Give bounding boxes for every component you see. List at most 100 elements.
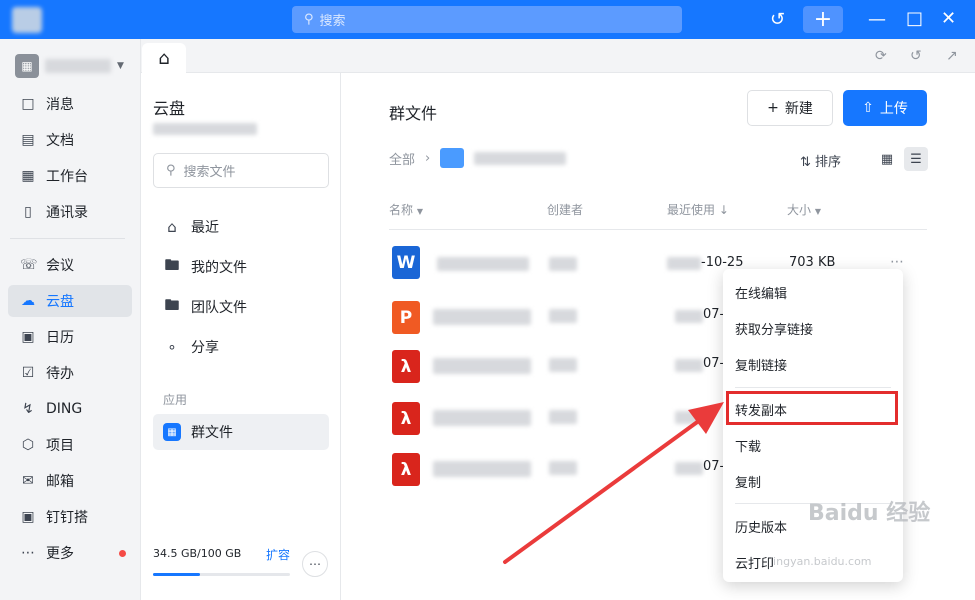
nav-item-meeting[interactable]: ☏ 会议 (8, 249, 132, 281)
upload-button[interactable]: ⇧ 上传 (843, 90, 927, 126)
file-search-input[interactable]: ⚲ 搜索文件 (153, 153, 329, 188)
new-button[interactable]: + 新建 (747, 90, 833, 126)
page-title: 群文件 (389, 104, 438, 123)
expand-storage-link[interactable]: 扩容 (266, 546, 290, 563)
menu-item-cloud-print[interactable]: 云打印 (735, 553, 774, 572)
pdf-glyph: λ (400, 459, 412, 480)
menu-item-online-edit[interactable]: 在线编辑 (735, 283, 787, 302)
file-date: 07- (703, 356, 725, 371)
column-size[interactable]: 大小 ▼ (787, 201, 821, 218)
sort-button[interactable]: ⇅ 排序 (800, 151, 841, 170)
shared-folder-icon (440, 148, 465, 168)
storage-usage: 34.5 GB/100 GB (153, 547, 242, 560)
file-name[interactable] (433, 358, 531, 374)
column-recent[interactable]: 最近使用 ↓ (667, 201, 729, 218)
chevron-right-icon: › (425, 150, 431, 166)
row-more-icon[interactable]: ⋯ (890, 254, 905, 270)
add-button[interactable]: + (803, 6, 843, 33)
notification-dot (119, 549, 126, 557)
menu-item-history[interactable]: 历史版本 (735, 517, 787, 536)
menu-item-copy[interactable]: 复制 (735, 472, 761, 491)
lightning-icon: ↯ (22, 401, 34, 417)
search-icon: ⚲ (166, 163, 176, 178)
column-label: 最近使用 (667, 203, 716, 217)
calendar-icon: ▣ (21, 329, 35, 345)
pdf-glyph: λ (400, 356, 412, 377)
tab-strip (141, 39, 975, 73)
drive-owner (153, 123, 257, 135)
upload-button-label: 上传 (879, 101, 908, 117)
grid-view-button[interactable]: ▦ (877, 149, 897, 169)
drive-item-label: 团队文件 (191, 300, 247, 316)
nav-item-dingda[interactable]: ▣ 钉钉搭 (8, 501, 132, 533)
drive-item-my-files[interactable]: 🖿 我的文件 (153, 249, 329, 285)
close-icon[interactable]: ✕ (941, 8, 956, 29)
storage-bar-fill (153, 573, 201, 576)
history-icon[interactable]: ↺ (770, 9, 785, 30)
refresh-icon[interactable]: ⟳ (875, 48, 887, 64)
file-size: 703 KB (789, 255, 836, 270)
nav-item-todo[interactable]: ☑ 待办 (8, 357, 132, 389)
maximize-icon[interactable]: □ (906, 8, 923, 29)
drive-item-label: 群文件 (191, 425, 233, 441)
global-search-input[interactable]: ⚲ 搜索 (292, 6, 682, 33)
nav-label: 通讯录 (46, 205, 88, 221)
drive-item-share[interactable]: ∘ 分享 (153, 329, 329, 365)
menu-item-download[interactable]: 下载 (735, 436, 761, 455)
nav-label: 消息 (46, 97, 74, 113)
arrow-down-icon: ↓ (718, 203, 729, 217)
contacts-icon: ▯ (24, 204, 32, 220)
list-view-icon: ☰ (910, 151, 922, 167)
drive-item-group-files[interactable]: ▦ 群文件 (153, 414, 329, 450)
highlight-box (726, 391, 898, 425)
org-avatar: ▦ (15, 54, 39, 78)
global-search-placeholder: 搜索 (319, 14, 346, 29)
sort-label: 排序 (815, 155, 842, 170)
breadcrumb-root[interactable]: 全部 (389, 149, 415, 168)
file-name[interactable] (437, 257, 529, 271)
file-date: 07- (703, 459, 725, 474)
pdf-file-icon: λ (392, 402, 420, 435)
drive-item-team-files[interactable]: 🖿 团队文件 (153, 289, 329, 325)
drive-item-label: 我的文件 (191, 260, 247, 276)
file-name[interactable] (433, 309, 531, 325)
context-menu: 在线编辑 获取分享链接 复制链接 转发副本 下载 复制 历史版本 云打印 (723, 269, 903, 582)
nav-label: 钉钉搭 (46, 510, 88, 526)
plus-icon: + (767, 100, 779, 116)
share-out-icon[interactable]: ↗ (946, 48, 958, 64)
recent-icon[interactable]: ↺ (910, 48, 922, 64)
file-name[interactable] (433, 410, 531, 426)
drive-item-recent[interactable]: ⌂ 最近 (153, 209, 329, 245)
menu-divider (735, 387, 891, 388)
list-view-button[interactable]: ☰ (904, 147, 928, 171)
arrow-shaft (503, 418, 702, 564)
word-file-icon: W (392, 246, 420, 279)
more-options-button[interactable]: ⋯ (302, 551, 328, 577)
nav-label: 日历 (46, 330, 74, 346)
minimize-icon[interactable]: — (868, 9, 886, 30)
nav-item-workbench[interactable]: ▦ 工作台 (8, 160, 132, 192)
caret-down-icon: ▼ (814, 207, 821, 216)
nav-item-mail[interactable]: ✉ 邮箱 (8, 465, 132, 497)
menu-item-get-share-link[interactable]: 获取分享链接 (735, 319, 813, 338)
upload-icon: ⇧ (862, 100, 874, 116)
pdf-glyph: λ (400, 408, 412, 429)
nav-item-ding[interactable]: ↯ DING (8, 393, 132, 425)
nav-item-messages[interactable]: □ 消息 (8, 88, 132, 120)
column-name[interactable]: 名称 ▼ (389, 201, 423, 218)
nav-item-docs[interactable]: ▤ 文档 (8, 124, 132, 156)
nav-item-project[interactable]: ⬡ 项目 (8, 429, 132, 461)
nav-item-contacts[interactable]: ▯ 通讯录 (8, 196, 132, 228)
nav-item-drive[interactable]: ☁ 云盘 (8, 285, 132, 317)
ppt-file-icon: P (392, 301, 420, 334)
file-name[interactable] (433, 461, 531, 477)
file-date: 07- (703, 307, 725, 322)
menu-item-copy-link[interactable]: 复制链接 (735, 355, 787, 374)
nav-label: 邮箱 (46, 474, 74, 490)
file-type-label: W (396, 252, 416, 273)
org-switcher[interactable]: ▦ ▼ (15, 54, 124, 78)
nav-item-calendar[interactable]: ▣ 日历 (8, 321, 132, 353)
home-tab[interactable]: ⌂ (142, 43, 186, 74)
nav-item-more[interactable]: ⋯ 更多 (8, 537, 132, 569)
caret-down-icon: ▼ (416, 207, 423, 216)
